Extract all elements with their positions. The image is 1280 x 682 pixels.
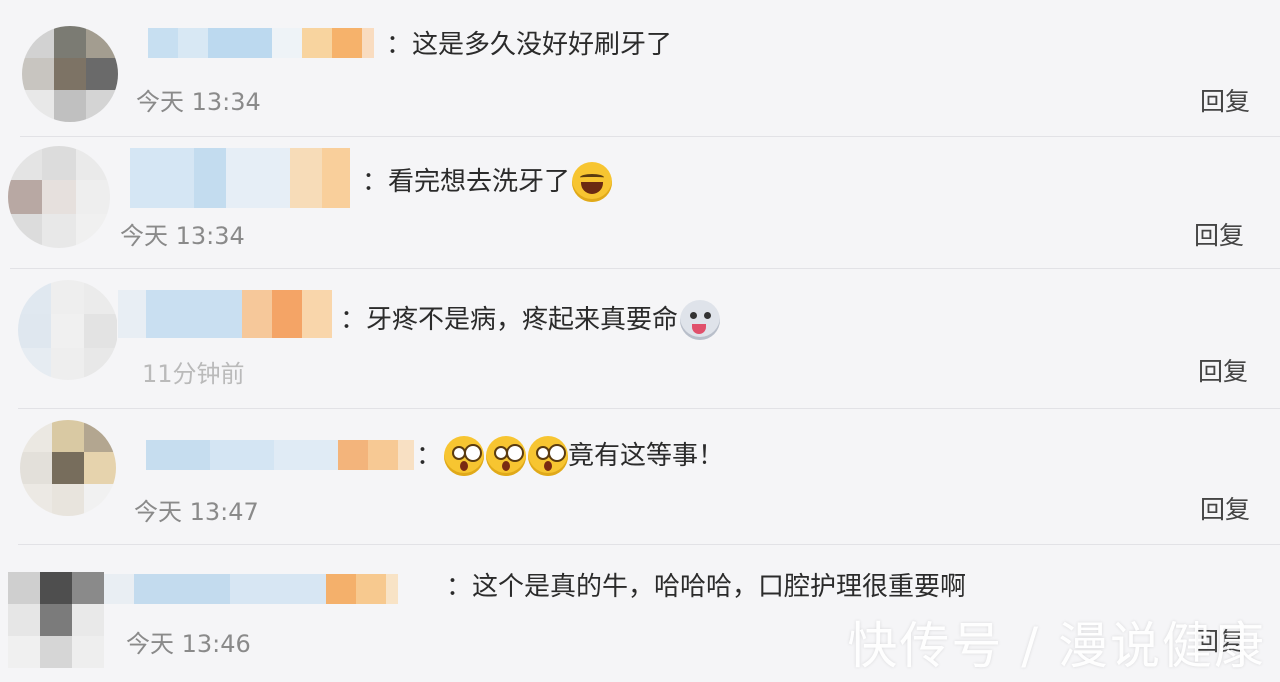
nickname-blurred[interactable]: [146, 440, 414, 470]
divider: [18, 408, 1280, 409]
nickname-blurred[interactable]: [148, 28, 374, 58]
nickname-blurred[interactable]: [130, 148, 350, 208]
shocked-emoji-icon: [486, 436, 527, 476]
avatar[interactable]: [18, 280, 118, 380]
shocked-emoji-icon: [528, 436, 569, 476]
comment-time: 今天 13:34: [136, 88, 261, 116]
avatar[interactable]: [8, 146, 110, 248]
divider: [10, 268, 1280, 269]
shocked-emoji-icon: [444, 436, 485, 476]
reply-button[interactable]: 回复: [1194, 216, 1244, 252]
comment-text: ：这个是真的牛，哈哈哈，口腔护理很重要啊: [446, 572, 967, 602]
nickname-blurred[interactable]: [118, 290, 332, 338]
husky-dog-emoji-icon: [680, 300, 721, 340]
reply-button[interactable]: 回复: [1198, 352, 1248, 388]
comment-time: 11分钟前: [142, 360, 245, 388]
comment-time: 今天 13:47: [134, 498, 259, 526]
nickname-blurred[interactable]: [104, 574, 398, 604]
divider: [18, 544, 1280, 545]
avatar[interactable]: [8, 572, 104, 668]
comment-text: ：这是多久没好好刷牙了: [386, 30, 673, 60]
avatar[interactable]: [22, 26, 118, 122]
comment-text: ： 竟有这等事！: [416, 436, 724, 476]
comment-text: ：牙疼不是病，疼起来真要命: [340, 300, 721, 340]
comment-time: 今天 13:34: [120, 222, 245, 250]
watermark: 快传号 / 漫说健康: [847, 617, 1266, 675]
reply-button[interactable]: 回复: [1200, 82, 1250, 118]
comment-text: ：看完想去洗牙了: [362, 162, 613, 202]
reply-button[interactable]: 回复: [1200, 490, 1250, 526]
avatar[interactable]: [20, 420, 116, 516]
comment-time: 今天 13:46: [126, 630, 251, 658]
laughing-tears-emoji-icon: [572, 162, 613, 202]
divider: [20, 136, 1280, 137]
